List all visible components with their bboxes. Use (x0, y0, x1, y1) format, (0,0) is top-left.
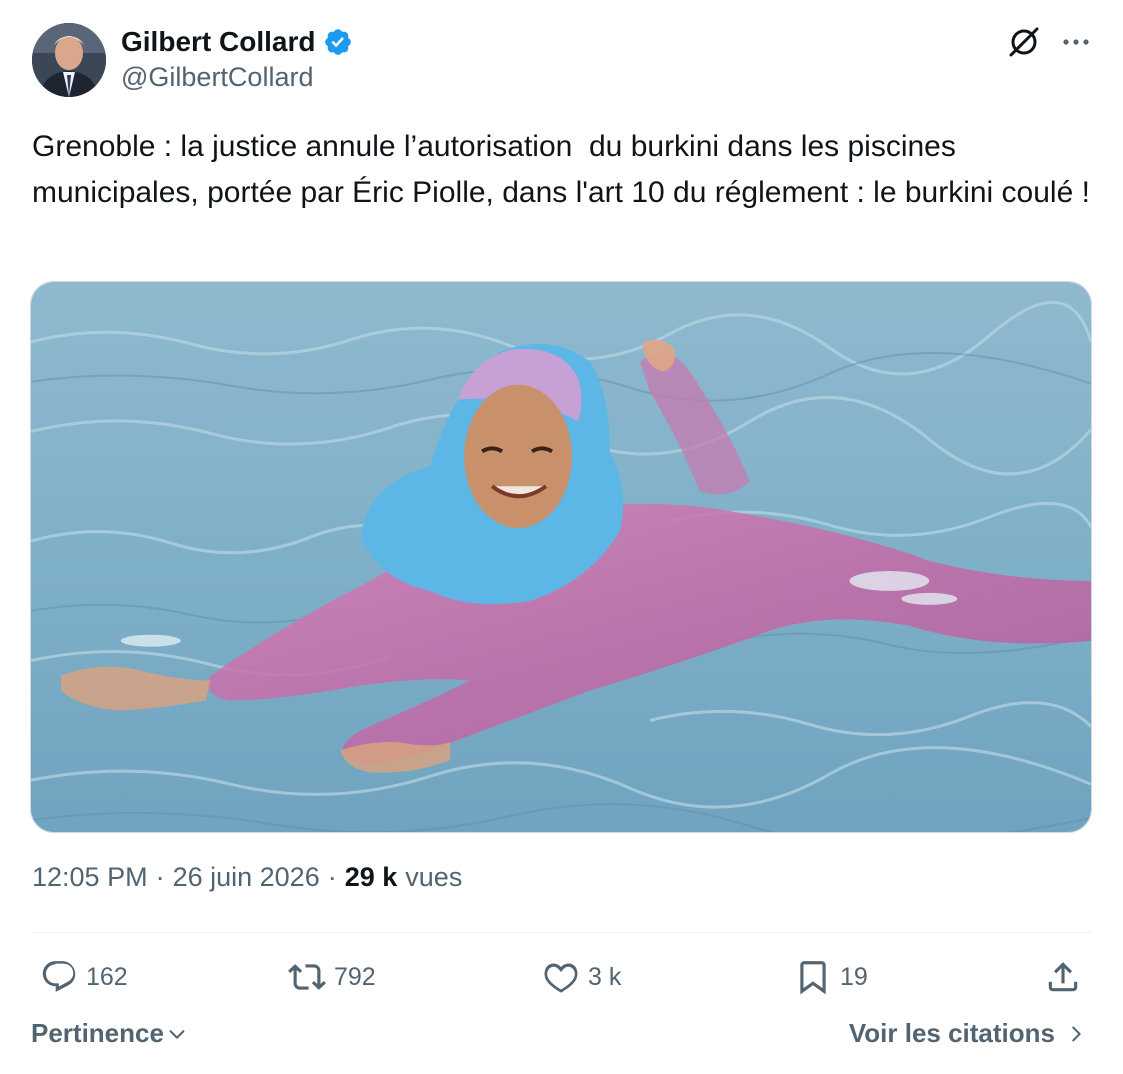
tweet-card: Gilbert Collard @GilbertCollard Grenoble… (0, 0, 1123, 1074)
sort-label: Pertinence (31, 1018, 164, 1048)
avatar[interactable] (32, 23, 106, 97)
reply-count: 162 (86, 962, 128, 991)
tweet-actions: 162 792 3 k 19 (30, 952, 1092, 1002)
chevron-down-icon (169, 1029, 185, 1039)
like-button[interactable]: 3 k (542, 952, 621, 1002)
view-quotes-link[interactable]: Voir les citations (849, 1018, 1087, 1049)
author-display-name[interactable]: Gilbert Collard (121, 26, 315, 58)
repost-icon (288, 964, 326, 990)
grok-icon[interactable] (1006, 24, 1042, 60)
views-label: vues (405, 862, 463, 892)
sort-dropdown[interactable]: Pertinence (31, 1018, 188, 1049)
tweet-date[interactable]: 26 juin 2026 (173, 862, 320, 893)
meta-separator: · (327, 862, 337, 892)
repost-count: 792 (334, 962, 376, 991)
share-icon (1048, 962, 1078, 992)
meta-separator: · (155, 862, 165, 892)
tweet-meta: 12:05 PM · 26 juin 2026 · 29 k vues (32, 862, 462, 893)
like-count: 3 k (588, 962, 622, 991)
author-name-row[interactable]: Gilbert Collard (121, 22, 353, 62)
reply-button[interactable]: 162 (40, 952, 128, 1002)
avatar-image (32, 23, 106, 97)
more-icon[interactable] (1060, 30, 1092, 54)
bookmark-button[interactable]: 19 (794, 952, 868, 1002)
views-count: 29 k (344, 862, 398, 892)
verified-badge-icon (325, 29, 352, 55)
bookmark-icon (800, 961, 826, 995)
chevron-right-icon (1072, 1026, 1081, 1041)
bookmark-count: 19 (840, 962, 868, 991)
tweet-time[interactable]: 12:05 PM (32, 862, 148, 893)
tweet-text: Grenoble : la justice annule l’autorisat… (32, 130, 1090, 209)
reply-icon (42, 961, 76, 992)
tweet-image[interactable] (30, 281, 1092, 833)
author-handle[interactable]: @GilbertCollard (121, 62, 313, 93)
pool-swimmer-image (31, 282, 1091, 832)
repost-button[interactable]: 792 (288, 952, 376, 1002)
like-icon (544, 963, 578, 993)
share-button[interactable] (1044, 952, 1082, 1002)
view-quotes-label: Voir les citations (848, 1018, 1055, 1048)
divider (32, 932, 1092, 933)
